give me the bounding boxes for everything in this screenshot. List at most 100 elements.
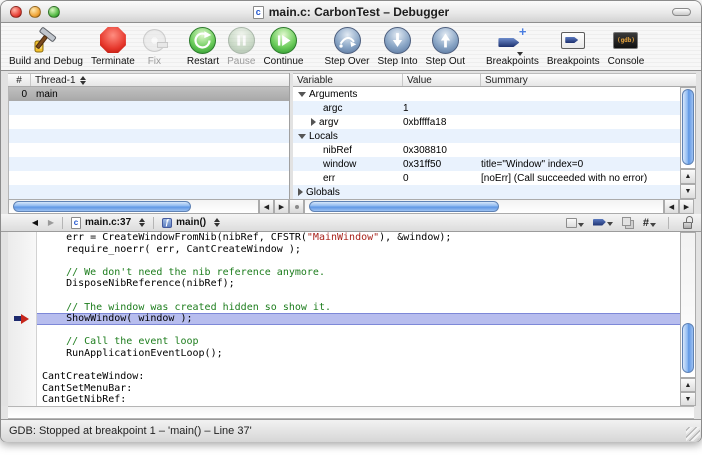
toolbar-label: Terminate bbox=[91, 56, 135, 67]
thread-num-column-header[interactable]: # bbox=[8, 74, 31, 86]
disclosure-triangle-icon bbox=[311, 164, 320, 165]
counterparts-button[interactable] bbox=[622, 217, 634, 228]
window-controls bbox=[10, 6, 60, 18]
variable-value-cell: 0 bbox=[403, 173, 481, 184]
scroll-up-button[interactable]: ▲ bbox=[680, 169, 696, 184]
code-line: require_noerr( err, CantCreateWindow ); bbox=[37, 244, 680, 256]
window-title: main.c: CarbonTest – Debugger bbox=[269, 5, 449, 19]
document-c-icon: c bbox=[253, 6, 264, 19]
forward-button[interactable]: ▶ bbox=[43, 218, 59, 227]
scroll-right-button[interactable]: ▶ bbox=[274, 199, 289, 214]
variable-row[interactable]: window0x31ff50title="Window" index=0 bbox=[293, 157, 680, 171]
thread-name-column-header[interactable]: Thread-1 bbox=[31, 74, 289, 86]
scroll-right-button[interactable]: ▶ bbox=[679, 199, 694, 214]
terminate-button[interactable]: Terminate bbox=[88, 25, 138, 67]
toolbar-label: Breakpoints bbox=[486, 56, 539, 67]
code-segment-plain: ), &window); bbox=[379, 232, 451, 243]
summary-column-header[interactable]: Summary bbox=[481, 74, 696, 86]
variable-name-cell: Globals bbox=[293, 187, 403, 198]
scroll-left-button[interactable]: ◀ bbox=[664, 199, 679, 214]
scroll-left-button[interactable]: ◀ bbox=[259, 199, 274, 214]
back-button[interactable]: ◀ bbox=[27, 218, 43, 227]
disclosure-triangle-icon[interactable] bbox=[298, 92, 306, 97]
minimize-button[interactable] bbox=[29, 6, 41, 18]
variable-name: window bbox=[323, 159, 356, 170]
variable-row[interactable]: nibRef0x308810 bbox=[293, 143, 680, 157]
add-breakpoint-button[interactable]: + Breakpoints bbox=[483, 25, 542, 67]
title-bar[interactable]: c main.c: CarbonTest – Debugger bbox=[1, 1, 701, 23]
toolbar-label: Step Out bbox=[426, 56, 465, 67]
debugger-panes: # Thread-1 Variable Value Summary 0main … bbox=[1, 71, 701, 214]
variables-vertical-scrollbar[interactable] bbox=[680, 87, 696, 169]
zoom-button[interactable] bbox=[48, 6, 60, 18]
variable-row[interactable]: Locals bbox=[293, 129, 680, 143]
breakpoints-window-button[interactable]: Breakpoints bbox=[544, 25, 603, 67]
close-button[interactable] bbox=[10, 6, 22, 18]
code-horizontal-scrollbar[interactable] bbox=[8, 406, 694, 419]
gdb-console-icon: (gdb) bbox=[613, 25, 638, 55]
scrollbar-thumb[interactable] bbox=[13, 201, 191, 212]
variables-horizontal-scrollbar[interactable] bbox=[304, 199, 664, 214]
code-segment-comment: // The window was created hidden so show… bbox=[42, 302, 331, 313]
scrollbar-thumb[interactable] bbox=[309, 201, 499, 212]
thread-empty-row bbox=[9, 115, 289, 129]
file-popup-label: main.c:37 bbox=[85, 217, 131, 228]
scroll-down-button[interactable]: ▼ bbox=[680, 184, 696, 199]
file-c-icon: c bbox=[71, 217, 81, 229]
tape-icon bbox=[143, 25, 166, 55]
restart-icon bbox=[189, 25, 216, 55]
toolbar-label: Step Into bbox=[378, 56, 418, 67]
resize-grip[interactable] bbox=[686, 427, 700, 441]
thread-row[interactable]: 0main bbox=[9, 87, 289, 101]
code-segment-comment: // We don't need the nib reference anymo… bbox=[42, 267, 325, 278]
divider bbox=[153, 217, 154, 229]
scrollbar-thumb[interactable] bbox=[682, 323, 694, 373]
console-button[interactable]: (gdb) Console bbox=[605, 25, 648, 67]
continue-button[interactable]: Continue bbox=[260, 25, 306, 67]
file-popup[interactable]: c main.c:37 bbox=[66, 217, 150, 229]
breakpoint-gutter[interactable] bbox=[8, 232, 37, 406]
scroll-down-button[interactable]: ▼ bbox=[680, 392, 696, 406]
variable-name: Arguments bbox=[309, 89, 357, 100]
build-and-debug-button[interactable]: Build and Debug bbox=[6, 25, 86, 67]
pane-splitter-handle[interactable] bbox=[289, 199, 304, 214]
lock-icon[interactable] bbox=[683, 216, 693, 229]
variable-row[interactable]: argv0xbffffa18 bbox=[293, 115, 680, 129]
threads-horizontal-scrollbar[interactable] bbox=[8, 199, 259, 214]
toolbar-toggle-pill[interactable] bbox=[672, 8, 691, 16]
line-number-menu-button[interactable]: # bbox=[643, 218, 656, 228]
disclosure-triangle-icon bbox=[311, 178, 320, 179]
code-area: err = CreateWindowFromNib(nibRef, CFSTR(… bbox=[37, 232, 680, 406]
pane-divider[interactable] bbox=[289, 73, 290, 214]
code-vertical-scrollbar[interactable] bbox=[680, 232, 696, 378]
restart-button[interactable]: Restart bbox=[184, 25, 222, 67]
disclosure-triangle-icon[interactable] bbox=[298, 134, 306, 139]
variable-row[interactable]: err0[noErr] (Call succeeded with no erro… bbox=[293, 171, 680, 185]
variable-row[interactable]: argc1 bbox=[293, 101, 680, 115]
value-column-header[interactable]: Value bbox=[403, 74, 481, 86]
breakpoints-menu-button[interactable] bbox=[593, 219, 613, 227]
variable-row[interactable]: Globals bbox=[293, 185, 680, 199]
variable-name-cell: Locals bbox=[293, 131, 403, 142]
variable-value-cell: 0x308810 bbox=[403, 145, 481, 156]
step-over-button[interactable]: Step Over bbox=[321, 25, 372, 67]
pause-button[interactable]: Pause bbox=[224, 25, 258, 67]
step-into-button[interactable]: Step Into bbox=[375, 25, 421, 67]
function-icon: ƒ bbox=[162, 218, 172, 228]
variable-column-header[interactable]: Variable bbox=[293, 74, 403, 86]
toolbar-label: Continue bbox=[263, 56, 303, 67]
scroll-up-button[interactable]: ▲ bbox=[680, 378, 696, 392]
step-out-button[interactable]: Step Out bbox=[423, 25, 468, 67]
function-popup[interactable]: ƒ main() bbox=[157, 217, 225, 228]
variable-name: Locals bbox=[309, 131, 338, 142]
variable-name-cell: argc bbox=[293, 103, 403, 114]
disclosure-triangle-icon[interactable] bbox=[298, 188, 303, 196]
code-line: CantSetMenuBar: bbox=[37, 383, 680, 395]
bookmarks-menu-button[interactable] bbox=[566, 218, 584, 228]
code-segment-plain: RunApplicationEventLoop(); bbox=[42, 348, 223, 359]
variable-row[interactable]: Arguments bbox=[293, 87, 680, 101]
toolbar-label: Restart bbox=[187, 56, 219, 67]
fix-button[interactable]: Fix bbox=[140, 25, 169, 67]
scrollbar-thumb[interactable] bbox=[682, 89, 694, 165]
disclosure-triangle-icon[interactable] bbox=[311, 118, 316, 126]
